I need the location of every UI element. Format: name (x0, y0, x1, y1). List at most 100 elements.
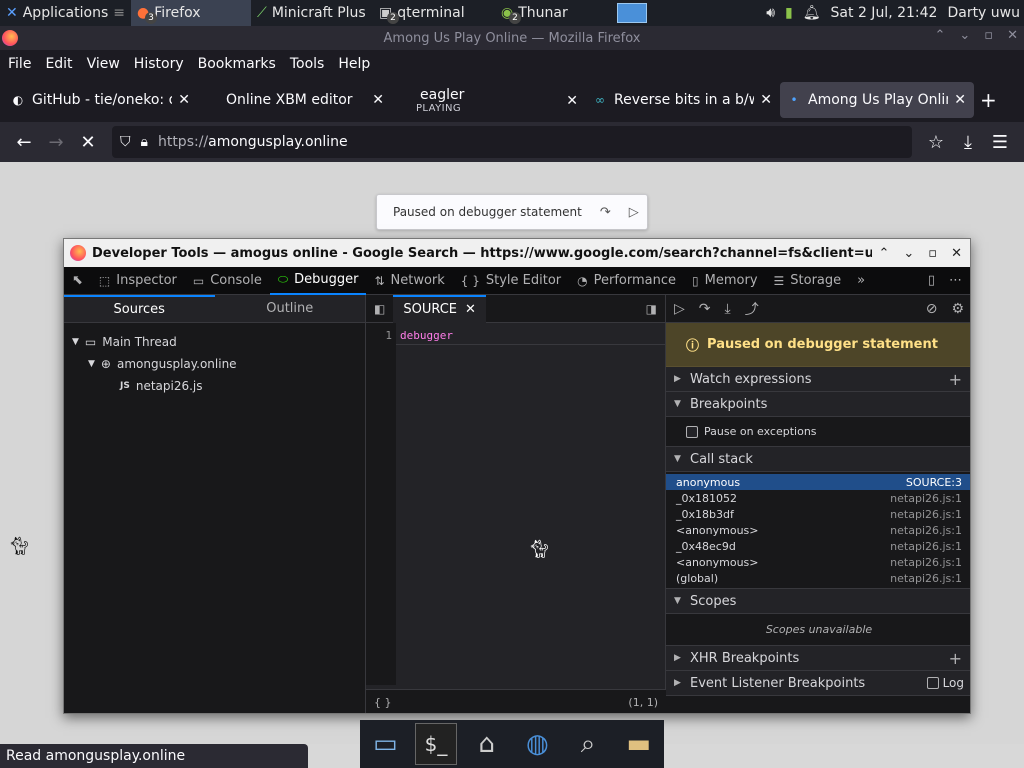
clock[interactable]: Sat 2 Jul, 21:42 (831, 5, 938, 21)
search-icon[interactable]: ⌕ (567, 723, 610, 765)
applications-menu[interactable]: ✕ Applications ≡ (0, 0, 131, 26)
tree-item-thread[interactable]: ▼ ▭ Main Thread (64, 331, 365, 353)
tree-item-domain[interactable]: ▼ ⊕ amongusplay.online (64, 353, 365, 375)
stack-frame[interactable]: <anonymous> netapi26.js:1 (666, 522, 970, 538)
tool-storage[interactable]: ☰ Storage (766, 267, 850, 295)
terminal-icon[interactable]: $_ (414, 723, 458, 765)
tab-github[interactable]: ◐ GitHub - tie/oneko: o ✕ (4, 82, 198, 118)
taskbar-minicraft[interactable]: ⟋ Minicraft Plus (251, 0, 373, 26)
close-icon[interactable]: ✕ (1007, 28, 1018, 43)
pause-on-exceptions[interactable]: Pause on exceptions (666, 417, 970, 447)
code-line[interactable]: debugger (396, 329, 666, 345)
show-desktop-icon[interactable]: ▭ (364, 723, 407, 765)
deactivate-breakpoints-icon[interactable]: ⊘ (926, 301, 938, 317)
section-scopes[interactable]: ▼ Scopes (666, 589, 970, 614)
taskbar-thunar[interactable]: ◉ 2 Thunar (495, 0, 615, 26)
menu-tools[interactable]: Tools (290, 56, 325, 72)
home-folder-icon[interactable]: ⌂ (465, 723, 508, 765)
step-over-icon[interactable]: ↷ (600, 205, 611, 220)
resume-icon[interactable]: ▷ (629, 205, 639, 220)
lock-icon[interactable]: 🔒︎ (141, 134, 148, 150)
taskbar-qterminal[interactable]: ▣ 2 qterminal (373, 0, 495, 26)
toggle-sources-icon[interactable]: ◧ (366, 302, 393, 316)
tab-eagler[interactable]: eagler PLAYING ✕ (392, 82, 586, 118)
stack-frame[interactable]: _0x181052 netapi26.js:1 (666, 490, 970, 506)
minimize-icon[interactable]: ⌄ (903, 246, 914, 261)
tab-xbm-editor[interactable]: Online XBM editor ✕ (198, 82, 392, 118)
collapse-icon[interactable]: ⌃ (934, 28, 945, 43)
tab-sources[interactable]: Sources (64, 295, 215, 322)
folder-icon[interactable]: ▬ (617, 723, 660, 765)
stack-frame[interactable]: anonymous SOURCE:3 (666, 474, 970, 490)
tab-close-icon[interactable]: ✕ (372, 92, 384, 108)
forward-button[interactable]: → (40, 126, 72, 158)
minimize-icon[interactable]: ⌄ (959, 28, 970, 43)
menu-bookmarks[interactable]: Bookmarks (198, 56, 276, 72)
tab-close-icon[interactable]: ✕ (760, 92, 772, 108)
app-menu-icon[interactable]: ☰ (984, 126, 1016, 158)
tool-debugger[interactable]: ⬭ Debugger (269, 267, 367, 295)
notifications-icon[interactable]: 🔔︎ (803, 5, 821, 21)
tab-close-icon[interactable]: ✕ (954, 92, 966, 108)
element-picker-icon[interactable]: ⬉ (64, 267, 91, 295)
stack-frame[interactable]: _0x48ec9d netapi26.js:1 (666, 538, 970, 554)
tool-performance[interactable]: ◔ Performance (569, 267, 684, 295)
overflow-menu-icon[interactable]: ⋯ (949, 273, 962, 288)
step-out-icon[interactable]: ⤴ (745, 299, 759, 319)
tool-console[interactable]: ▭ Console (185, 267, 270, 295)
pause-exceptions-checkbox[interactable] (686, 425, 698, 438)
stack-frame[interactable]: _0x18b3df netapi26.js:1 (666, 506, 970, 522)
dock-toggle-icon[interactable]: ▯ (928, 273, 935, 288)
menu-edit[interactable]: Edit (45, 56, 72, 72)
more-tools-icon[interactable]: » (849, 267, 873, 295)
log-checkbox[interactable] (926, 677, 939, 689)
url-bar[interactable]: ⛉ 🔒︎ https://amongusplay.online (112, 126, 912, 158)
menu-view[interactable]: View (87, 56, 120, 72)
add-xhr-icon[interactable]: + (949, 649, 970, 668)
step-over-icon[interactable]: ↷ (699, 301, 711, 317)
menu-file[interactable]: File (8, 56, 31, 72)
menu-help[interactable]: Help (338, 56, 370, 72)
resume-icon[interactable]: ▷ (674, 301, 685, 317)
shield-icon[interactable]: ⛉ (120, 134, 131, 150)
maximize-icon[interactable]: ▫ (928, 246, 937, 261)
user-menu[interactable]: Darty uwu (947, 5, 1020, 21)
tool-style-editor[interactable]: { } Style Editor (453, 267, 569, 295)
tab-reverse-bits[interactable]: ∞ Reverse bits in a b/w ✕ (586, 82, 780, 118)
tab-outline[interactable]: Outline (215, 295, 366, 322)
section-xhr-breakpoints[interactable]: ▶ XHR Breakpoints + (666, 646, 970, 671)
taskbar-firefox[interactable]: ● 3 Firefox (131, 0, 251, 26)
back-button[interactable]: ← (8, 126, 40, 158)
volume-icon[interactable]: 🔊︎ (766, 5, 775, 21)
section-breakpoints[interactable]: ▼ Breakpoints (666, 392, 970, 417)
stack-frame[interactable]: <anonymous> netapi26.js:1 (666, 554, 970, 570)
tab-among-us[interactable]: • Among Us Play Online ✕ (780, 82, 974, 118)
tool-inspector[interactable]: ⬚ Inspector (91, 267, 185, 295)
tab-close-icon[interactable]: ✕ (465, 302, 476, 317)
editor-tab-source[interactable]: SOURCE ✕ (393, 294, 486, 323)
battery-icon[interactable]: ▮ (785, 5, 793, 21)
pretty-print-button[interactable]: { } (374, 696, 392, 709)
maximize-icon[interactable]: ▫ (984, 28, 993, 43)
menu-history[interactable]: History (134, 56, 184, 72)
stack-frame[interactable]: (global) netapi26.js:1 (666, 570, 970, 586)
collapse-icon[interactable]: ⌃ (878, 246, 889, 261)
workspace-switcher[interactable] (615, 0, 649, 26)
add-watch-icon[interactable]: + (949, 370, 970, 389)
tool-network[interactable]: ⇅ Network (366, 267, 452, 295)
downloads-icon[interactable]: ⤓ (952, 126, 984, 158)
tool-memory[interactable]: ▯ Memory (684, 267, 765, 295)
web-browser-icon[interactable]: ◍ (516, 723, 559, 765)
section-call-stack[interactable]: ▼ Call stack (666, 447, 970, 472)
tab-close-icon[interactable]: ✕ (178, 92, 190, 108)
settings-gear-icon[interactable]: ⚙ (951, 301, 964, 317)
step-in-icon[interactable]: ⤓ (725, 301, 731, 317)
stop-button[interactable]: ✕ (72, 126, 104, 158)
section-event-listeners[interactable]: ▶ Event Listener Breakpoints Log (666, 671, 970, 696)
log-toggle[interactable]: Log (926, 676, 970, 690)
tab-close-icon[interactable]: ✕ (566, 93, 578, 109)
toggle-sidebar-icon[interactable]: ◨ (638, 302, 665, 316)
bookmark-star-icon[interactable]: ☆ (920, 126, 952, 158)
new-tab-button[interactable]: + (980, 88, 997, 112)
tree-item-file[interactable]: JS netapi26.js (64, 375, 365, 397)
